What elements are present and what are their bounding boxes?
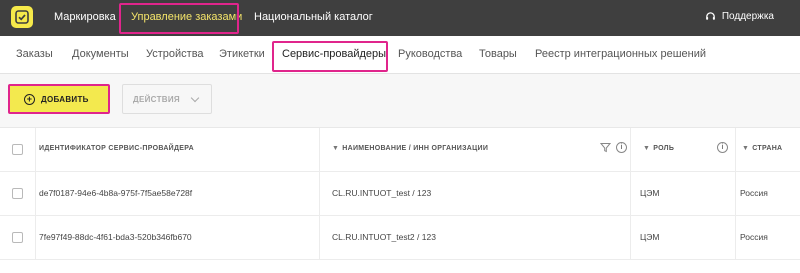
table-row[interactable]: 7fe97f49-88dc-4f61-bda3-520b346fb670 CL.…: [0, 216, 800, 260]
active-tab-highlight: [272, 41, 388, 72]
add-button[interactable]: + ДОБАВИТЬ: [8, 84, 110, 114]
filter-icon[interactable]: [600, 142, 611, 153]
column-header-id[interactable]: ИДЕНТИФИКАТОР СЕРВИС-ПРОВАЙДЕРА: [39, 145, 194, 152]
info-icon[interactable]: i: [616, 142, 627, 153]
select-all-checkbox[interactable]: [12, 144, 23, 155]
sort-icon: ▼: [742, 145, 750, 152]
headset-icon: [705, 12, 715, 20]
section-tabs: Заказы Документы Устройства Этикетки Сер…: [0, 36, 800, 74]
actions-dropdown[interactable]: ДЕЙСТВИЯ: [122, 84, 212, 114]
cell-name: CL.RU.INTUOT_test2 / 123: [332, 232, 436, 242]
cell-role: ЦЭМ: [640, 232, 660, 242]
chevron-down-icon: [190, 93, 200, 102]
cell-id: de7f0187-94e6-4b8a-975f-7f5ae58e728f: [39, 188, 193, 198]
sort-icon: ▼: [643, 145, 651, 152]
actions-label: ДЕЙСТВИЯ: [133, 94, 180, 104]
service-providers-table: ИДЕНТИФИКАТОР СЕРВИС-ПРОВАЙДЕРА ▼ НАИМЕН…: [0, 127, 800, 273]
column-header-name[interactable]: ▼ НАИМЕНОВАНИЕ / ИНН ОРГАНИЗАЦИИ: [332, 145, 488, 152]
row-checkbox[interactable]: [12, 232, 23, 243]
support-label: Поддержка: [721, 11, 774, 22]
tab-labels[interactable]: Этикетки: [219, 48, 265, 60]
tab-orders[interactable]: Заказы: [16, 48, 53, 60]
tab-products[interactable]: Товары: [479, 48, 517, 60]
active-nav-highlight: [119, 3, 239, 34]
column-header-role[interactable]: ▼ РОЛЬ: [643, 145, 674, 152]
plus-circle-icon: +: [24, 93, 35, 105]
column-header-role-label: РОЛЬ: [653, 145, 675, 152]
info-icon[interactable]: i: [717, 142, 728, 153]
cell-role: ЦЭМ: [640, 188, 660, 198]
tab-integration-registry[interactable]: Реестр интеграционных решений: [535, 48, 706, 60]
column-header-name-label: НАИМЕНОВАНИЕ / ИНН ОРГАНИЗАЦИИ: [342, 145, 489, 152]
column-header-country[interactable]: ▼ СТРАНА: [742, 145, 782, 152]
cell-country: Россия: [740, 232, 768, 242]
add-button-label: ДОБАВИТЬ: [41, 94, 89, 104]
column-header-id-label: ИДЕНТИФИКАТОР СЕРВИС-ПРОВАЙДЕРА: [39, 145, 194, 152]
toolbar: + ДОБАВИТЬ ДЕЙСТВИЯ: [0, 75, 800, 127]
top-nav-marking[interactable]: Маркировка: [54, 11, 116, 23]
sort-icon: ▼: [332, 145, 340, 152]
logo-check-icon[interactable]: [11, 6, 33, 28]
support-link[interactable]: Поддержка: [705, 11, 774, 22]
table-header: ИДЕНТИФИКАТОР СЕРВИС-ПРОВАЙДЕРА ▼ НАИМЕН…: [0, 128, 800, 172]
cell-name: CL.RU.INTUOT_test / 123: [332, 188, 432, 198]
top-nav-national-catalog[interactable]: Национальный каталог: [254, 11, 373, 23]
cell-id: 7fe97f49-88dc-4f61-bda3-520b346fb670: [39, 232, 192, 242]
table-row[interactable]: de7f0187-94e6-4b8a-975f-7f5ae58e728f CL.…: [0, 172, 800, 216]
cell-country: Россия: [740, 188, 768, 198]
row-checkbox[interactable]: [12, 188, 23, 199]
tab-manuals[interactable]: Руководства: [398, 48, 462, 60]
column-header-country-label: СТРАНА: [752, 145, 783, 152]
tab-documents[interactable]: Документы: [72, 48, 129, 60]
tab-devices[interactable]: Устройства: [146, 48, 204, 60]
